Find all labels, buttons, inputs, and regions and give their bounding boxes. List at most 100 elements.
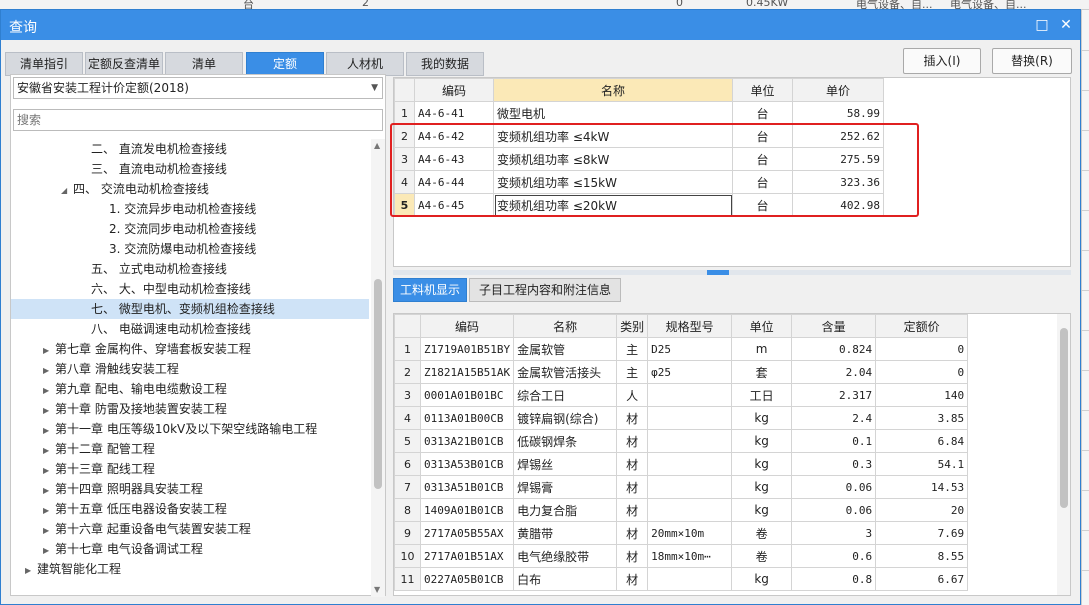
row-number[interactable]: 6 (394, 452, 421, 476)
quota-price-cell[interactable]: 323.36 (792, 170, 884, 194)
resource-spec-cell[interactable] (647, 452, 733, 476)
table-row[interactable]: 10 2717A01B51AX 电气绝缘胶带材 18mm×10m⋯ 卷 0.6 8.55 (394, 544, 969, 568)
resource-code-cell[interactable]: 2717A01B51AX (419, 544, 515, 568)
resource-code-cell[interactable]: 0227A05B01CB (419, 567, 515, 591)
resource-spec-cell[interactable]: D25 (647, 337, 733, 361)
tree-item[interactable]: 八、 电磁调速电动机检查接线 (11, 319, 369, 339)
collapsed-arrow-icon[interactable]: ▶ (43, 501, 55, 521)
resource-name-cell[interactable]: 焊锡膏 (513, 475, 618, 499)
row-number[interactable]: 2 (394, 124, 415, 148)
resource-unit-cell[interactable]: 卷 (731, 521, 793, 545)
row-number[interactable]: 1 (394, 337, 421, 361)
resource-category-cell[interactable]: 材 (616, 521, 649, 545)
resource-price-cell[interactable]: 6.67 (875, 567, 969, 591)
resource-unit-cell[interactable]: kg (731, 567, 793, 591)
quota-name-cell[interactable]: 变频机组功率 ≤15kW (493, 170, 733, 194)
resource-qty-cell[interactable]: 3 (791, 521, 877, 545)
resource-qty-cell[interactable]: 2.04 (791, 360, 877, 384)
resource-price-cell[interactable]: 54.1 (875, 452, 969, 476)
resource-price-cell[interactable]: 14.53 (875, 475, 969, 499)
row-number[interactable]: 10 (394, 544, 421, 568)
tab-quota[interactable]: 定额 (246, 52, 324, 76)
tree-item[interactable]: 1. 交流异步电动机检查接线 (11, 199, 369, 219)
tree-item[interactable]: ▶ 第八章 滑触线安装工程 (11, 359, 369, 379)
chevron-down-icon[interactable]: ▼ (371, 78, 378, 98)
quota-unit-cell[interactable]: 台 (732, 147, 793, 171)
resource-spec-cell[interactable]: 18mm×10m⋯ (647, 544, 733, 568)
resource-name-cell[interactable]: 白布 (513, 567, 618, 591)
column-header[interactable]: 编码 (419, 314, 515, 338)
resource-price-cell[interactable]: 140 (875, 383, 969, 407)
resource-qty-cell[interactable]: 0.8 (791, 567, 877, 591)
resource-qty-cell[interactable]: 0.3 (791, 452, 877, 476)
resource-qty-cell[interactable]: 0.06 (791, 475, 877, 499)
resource-unit-cell[interactable]: m (731, 337, 793, 361)
table-row[interactable]: 2 Z1821A15B51AK 金属软管活接头主 φ25 套 2.04 0 (394, 360, 969, 384)
column-header[interactable]: 定额价 (875, 314, 969, 338)
row-number[interactable]: 2 (394, 360, 421, 384)
collapsed-arrow-icon[interactable]: ▶ (43, 441, 55, 461)
resource-spec-cell[interactable] (647, 429, 733, 453)
row-number[interactable]: 7 (394, 475, 421, 499)
resource-code-cell[interactable]: 0313A51B01CB (419, 475, 515, 499)
row-number[interactable]: 1 (394, 101, 415, 125)
row-number[interactable]: 4 (394, 406, 421, 430)
table-row[interactable]: 5 0313A21B01CB 低碳钢焊条材 kg 0.1 6.84 (394, 429, 969, 453)
panel-splitter[interactable] (393, 270, 1071, 275)
resource-unit-cell[interactable]: kg (731, 452, 793, 476)
table-row[interactable]: 11 0227A05B01CB 白布材 kg 0.8 6.67 (394, 567, 969, 591)
resource-name-cell[interactable]: 金属软管 (513, 337, 618, 361)
resource-qty-cell[interactable]: 2.317 (791, 383, 877, 407)
tree-item[interactable]: ▶ 第十二章 配管工程 (11, 439, 369, 459)
table-row[interactable]: 4 A4-6-44 变频机组功率 ≤15kW 台 323.36 (394, 170, 884, 194)
quota-library-select[interactable]: 安徽省安装工程计价定额(2018) ▼ (13, 77, 383, 99)
table-row[interactable]: 1 Z1719A01B51BY 金属软管主 D25 m 0.824 0 (394, 337, 969, 361)
resource-code-cell[interactable]: Z1719A01B51BY (419, 337, 515, 361)
quota-code-cell[interactable]: A4-6-43 (414, 147, 494, 171)
table-row[interactable]: 2 A4-6-42 变频机组功率 ≤4kW 台 252.62 (394, 124, 884, 148)
dialog-titlebar[interactable]: 查询 □ ✕ (1, 10, 1080, 40)
resource-scrollbar[interactable] (1057, 314, 1070, 595)
tree-item[interactable]: 2. 交流同步电动机检查接线 (11, 219, 369, 239)
resource-code-cell[interactable]: 0313A53B01CB (419, 452, 515, 476)
column-header[interactable]: 单价 (792, 78, 884, 102)
resource-name-cell[interactable]: 焊锡丝 (513, 452, 618, 476)
tab-my-data[interactable]: 我的数据 (406, 52, 484, 76)
resource-name-cell[interactable]: 电力复合脂 (513, 498, 618, 522)
tree-item[interactable]: 五、 立式电动机检查接线 (11, 259, 369, 279)
resource-code-cell[interactable]: Z1821A15B51AK (419, 360, 515, 384)
resource-category-cell[interactable]: 主 (616, 360, 649, 384)
table-row[interactable]: 5 A4-6-45 变频机组功率 ≤20kW 台 402.98 (394, 193, 884, 217)
quota-code-cell[interactable]: A4-6-41 (414, 101, 494, 125)
row-number[interactable]: 3 (394, 383, 421, 407)
tree-item[interactable]: ▶ 第十五章 低压电器设备安装工程 (11, 499, 369, 519)
table-row[interactable]: 8 1409A01B01CB 电力复合脂材 kg 0.06 20 (394, 498, 969, 522)
tree-item[interactable]: ▶ 第七章 金属构件、穿墙套板安装工程 (11, 339, 369, 359)
tree-item[interactable]: 3. 交流防爆电动机检查接线 (11, 239, 369, 259)
resource-price-cell[interactable]: 3.85 (875, 406, 969, 430)
tab-bill-guide[interactable]: 清单指引 (5, 52, 83, 76)
resource-unit-cell[interactable]: kg (731, 498, 793, 522)
table-row[interactable]: 3 0001A01B01BC 综合工日人 工日 2.317 140 (394, 383, 969, 407)
resource-spec-cell[interactable]: 20mm×10m (647, 521, 733, 545)
resource-name-cell[interactable]: 低碳钢焊条 (513, 429, 618, 453)
resource-code-cell[interactable]: 0313A21B01CB (419, 429, 515, 453)
tree-item[interactable]: ◢ 四、 交流电动机检查接线 (11, 179, 369, 199)
resource-code-cell[interactable]: 0001A01B01BC (419, 383, 515, 407)
resource-spec-cell[interactable] (647, 383, 733, 407)
tree-item[interactable]: ▶ 第十四章 照明器具安装工程 (11, 479, 369, 499)
tab-labor-material[interactable]: 人材机 (326, 52, 404, 76)
resource-unit-cell[interactable]: 套 (731, 360, 793, 384)
resource-name-cell[interactable]: 电气绝缘胶带 (513, 544, 618, 568)
tab-work-content[interactable]: 子目工程内容和附注信息 (469, 278, 621, 302)
resource-spec-cell[interactable] (647, 498, 733, 522)
row-number[interactable]: 5 (394, 193, 415, 217)
column-header[interactable]: 名称 (513, 314, 618, 338)
tree-item[interactable]: 三、 直流电动机检查接线 (11, 159, 369, 179)
row-number[interactable]: 4 (394, 170, 415, 194)
resource-category-cell[interactable]: 材 (616, 429, 649, 453)
row-number[interactable]: 8 (394, 498, 421, 522)
table-row[interactable]: 9 2717A05B55AX 黄腊带材 20mm×10m 卷 3 7.69 (394, 521, 969, 545)
column-header[interactable]: 名称 (493, 78, 733, 102)
quota-name-cell[interactable]: 微型电机 (493, 101, 733, 125)
